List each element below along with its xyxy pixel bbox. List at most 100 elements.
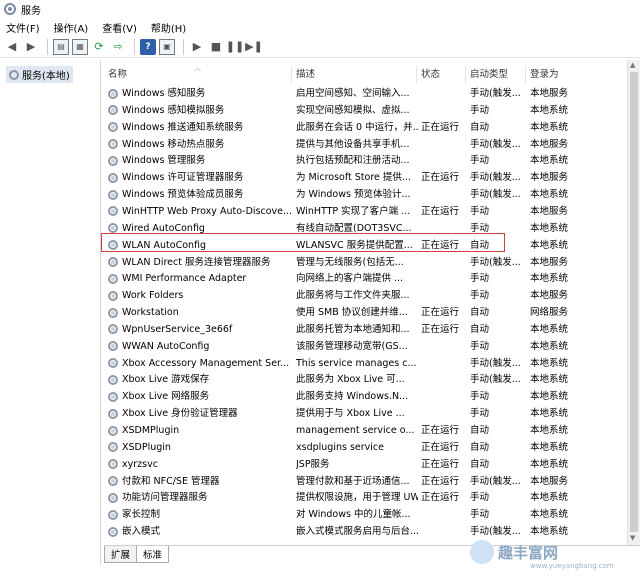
- service-name-cell: Windows 管理服务: [108, 152, 291, 169]
- gear-icon: [108, 290, 118, 301]
- service-logon-as: 本地系统: [530, 492, 569, 504]
- service-name-cell: WMI Performance Adapter: [108, 270, 291, 287]
- table-row[interactable]: Xbox Live 游戏保存 此服务为 Xbox Live 可... 手动(触发..…: [104, 371, 640, 388]
- table-row[interactable]: Windows 管理服务 执行包括预配和注册活动... 手动 本地系统: [104, 152, 640, 169]
- service-name-cell: WinHTTP Web Proxy Auto-Discove...: [108, 203, 291, 220]
- pause-icon[interactable]: ❚❚: [226, 39, 244, 55]
- gear-icon: [108, 391, 118, 402]
- table-row[interactable]: Windows 预览体验成员服务 为 Windows 预览体验计... 手动(触发.…: [104, 186, 640, 203]
- gear-icon: [108, 341, 118, 352]
- properties-icon[interactable]: ▦: [72, 38, 88, 55]
- service-logon-as: 本地系统: [530, 189, 569, 201]
- refresh-icon[interactable]: ⟳: [91, 39, 107, 55]
- service-name-cell: WpnUserService_3e66f: [108, 321, 291, 338]
- gear-icon: [108, 172, 118, 183]
- tab-extended[interactable]: 扩展: [104, 546, 138, 563]
- service-status: [421, 388, 467, 405]
- menu-action[interactable]: 操作(A): [54, 20, 89, 35]
- table-row[interactable]: Workstation 使用 SMB 协议创建并维... 正在运行 自动 网络服务: [104, 304, 640, 321]
- forward-arrow-icon[interactable]: ▶: [23, 39, 39, 55]
- table-row[interactable]: Windows 推送通知系统服务 此服务在会话 0 中运行，并... 正在运行 自动 本…: [104, 119, 640, 136]
- watermark: 趣丰富网 www.yueyangbang.com: [470, 540, 614, 570]
- menu-help[interactable]: 帮助(H): [151, 20, 186, 35]
- services-list: ︿ 名称 描述 状态 启动类型 登录为 Windows 感知服务 启用空间感知、空…: [104, 60, 640, 545]
- toolbar-divider: [47, 38, 48, 55]
- table-row[interactable]: Windows 许可证管理器服务 为 Microsoft Store 提供... 正…: [104, 169, 640, 186]
- table-row[interactable]: Work Folders 此服务将与工作文件夹服... 手动 本地服务: [104, 287, 640, 304]
- restart-icon[interactable]: ▶❚: [245, 39, 263, 55]
- gear-icon: [108, 189, 118, 200]
- service-name: xyrzsvc: [122, 458, 158, 470]
- table-row[interactable]: Xbox Accessory Management Ser... This ser…: [104, 355, 640, 372]
- service-status: 正在运行: [421, 441, 460, 453]
- service-name-cell: Windows 移动热点服务: [108, 136, 291, 153]
- window-title: 服务: [21, 5, 41, 17]
- scroll-down-icon[interactable]: ▼: [630, 534, 635, 542]
- gear-icon: [108, 509, 118, 520]
- tree-item-services-local[interactable]: 服务(本地): [6, 66, 73, 83]
- table-row[interactable]: xyrzsvc JSP服务 正在运行 自动 本地系统: [104, 456, 640, 473]
- table-row[interactable]: 家长控制 对 Windows 中的儿童帐... 手动 本地系统: [104, 506, 640, 523]
- table-row[interactable]: 嵌入模式 嵌入式模式服务启用与后台... 手动(触发... 本地系统: [104, 523, 640, 540]
- vertical-scrollbar[interactable]: ▲ ▼: [627, 60, 640, 545]
- scroll-thumb[interactable]: [630, 72, 638, 532]
- table-row[interactable]: WMI Performance Adapter 向网络上的客户端提供 ... 手动 本…: [104, 270, 640, 287]
- service-name: Windows 感知服务: [122, 88, 206, 99]
- table-row[interactable]: WWAN AutoConfig 该服务管理移动宽带(GS... 手动 本地系统: [104, 338, 640, 355]
- back-arrow-icon[interactable]: ◀: [4, 39, 20, 55]
- service-name: Windows 管理服务: [122, 155, 206, 167]
- service-name: WpnUserService_3e66f: [122, 323, 233, 335]
- table-row[interactable]: XSDPlugin xsdplugins service 正在运行 自动 本地系统: [104, 439, 640, 456]
- action-pane-icon[interactable]: ▣: [159, 38, 175, 55]
- table-row[interactable]: WinHTTP Web Proxy Auto-Discove... WinHTTP…: [104, 203, 640, 220]
- table-row[interactable]: Windows 感知服务 启用空间感知、空间输入... 手动(触发... 本地服务: [104, 85, 640, 102]
- service-name-cell: Xbox Live 网络服务: [108, 388, 291, 405]
- gear-icon: [108, 257, 118, 267]
- services-app-icon: [4, 3, 16, 15]
- column-startup-type[interactable]: 启动类型: [466, 66, 526, 84]
- service-startup-type: 自动: [470, 121, 490, 133]
- service-logon-as: 本地系统: [530, 526, 569, 538]
- column-logon-as[interactable]: 登录为: [526, 66, 606, 84]
- service-name: Windows 预览体验成员服务: [122, 189, 244, 201]
- watermark-text: 趣丰富网: [498, 543, 559, 562]
- service-startup-type: 手动: [470, 273, 490, 285]
- table-row[interactable]: Xbox Live 身份验证管理器 提供用于与 Xbox Live ... 手动 本地…: [104, 405, 640, 422]
- service-name: Work Folders: [122, 290, 184, 302]
- stop-icon[interactable]: ■: [208, 39, 224, 55]
- play-icon[interactable]: ▶: [189, 39, 205, 55]
- service-startup-type: 自动: [470, 307, 490, 319]
- table-row[interactable]: Windows 感知模拟服务 实现空间感知模拟、虚拟... 手动 本地系统: [104, 102, 640, 119]
- service-startup-type: 手动: [470, 205, 490, 217]
- service-name: WLAN Direct 服务连接管理器服务: [122, 256, 271, 268]
- scroll-up-icon[interactable]: ▲: [630, 61, 635, 69]
- column-status[interactable]: 状态: [417, 66, 466, 84]
- gear-icon: [108, 374, 118, 385]
- service-description: 提供用于与 Xbox Live ...: [296, 408, 405, 420]
- console-tree-icon[interactable]: ▤: [53, 38, 69, 55]
- menu-file[interactable]: 文件(F): [6, 20, 40, 35]
- service-startup-type: 手动: [470, 340, 490, 352]
- table-row[interactable]: Windows 移动热点服务 提供与其他设备共享手机... 手动(触发... 本地服务: [104, 136, 640, 153]
- service-name-cell: Windows 预览体验成员服务: [108, 186, 291, 203]
- table-row[interactable]: Xbox Live 网络服务 此服务支持 Windows.N... 手动 本地系统: [104, 388, 640, 405]
- column-name[interactable]: 名称: [104, 66, 292, 84]
- table-row[interactable]: XSDMPlugin management service o... 正在运行 自动 本…: [104, 422, 640, 439]
- table-row[interactable]: WLAN Direct 服务连接管理器服务 管理与无线服务(包括无... 手动(触发…: [104, 254, 640, 271]
- service-description: 提供权限设施，用于管理 UW...: [296, 492, 418, 504]
- table-row[interactable]: 付款和 NFC/SE 管理器 管理付款和基于近场通信... 正在运行 手动(触发...…: [104, 473, 640, 490]
- service-logon-as: 本地服务: [530, 205, 569, 217]
- menu-view[interactable]: 查看(V): [102, 20, 137, 35]
- help-icon[interactable]: ?: [140, 38, 156, 55]
- column-description[interactable]: 描述: [292, 66, 417, 84]
- export-list-icon[interactable]: ⇨: [110, 39, 126, 55]
- service-startup-type: 手动(触发...: [470, 475, 521, 487]
- service-name: Windows 推送通知系统服务: [122, 121, 244, 133]
- gear-icon: [108, 155, 118, 166]
- service-name-cell: 嵌入模式: [108, 523, 291, 540]
- table-row[interactable]: 功能访问管理器服务 提供权限设施，用于管理 UW... 正在运行 手动 本地系统: [104, 489, 640, 506]
- service-logon-as: 本地系统: [530, 408, 569, 420]
- service-startup-type: 手动: [470, 509, 490, 521]
- table-row[interactable]: WpnUserService_3e66f 此服务托管为本地通知和... 正在运行 自动…: [104, 321, 640, 338]
- tab-standard[interactable]: 标准: [136, 546, 170, 563]
